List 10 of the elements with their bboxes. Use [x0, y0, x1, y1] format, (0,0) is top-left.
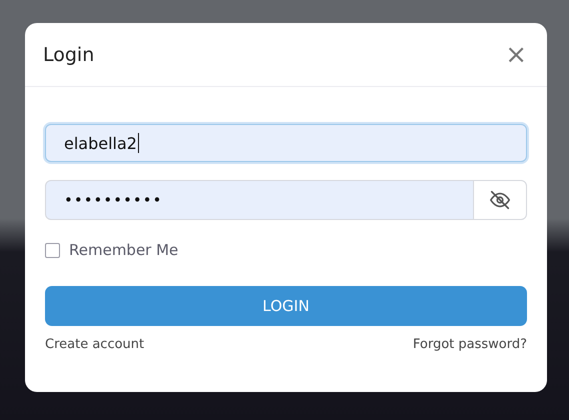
link[interactable]: Create account — [45, 337, 144, 352]
username-field[interactable]: elabella2 — [45, 124, 527, 162]
toggle-visibility-button[interactable] — [473, 180, 527, 220]
link[interactable]: Forgot password? — [412, 337, 527, 352]
dialog-title: Login — [43, 44, 94, 66]
eye-slash-icon — [489, 189, 511, 211]
remember-checkbox[interactable] — [45, 242, 60, 258]
remember-label: Remember Me — [69, 241, 178, 259]
password-field[interactable]: •••••••••• — [45, 180, 474, 220]
close-button[interactable]: × — [503, 42, 529, 68]
